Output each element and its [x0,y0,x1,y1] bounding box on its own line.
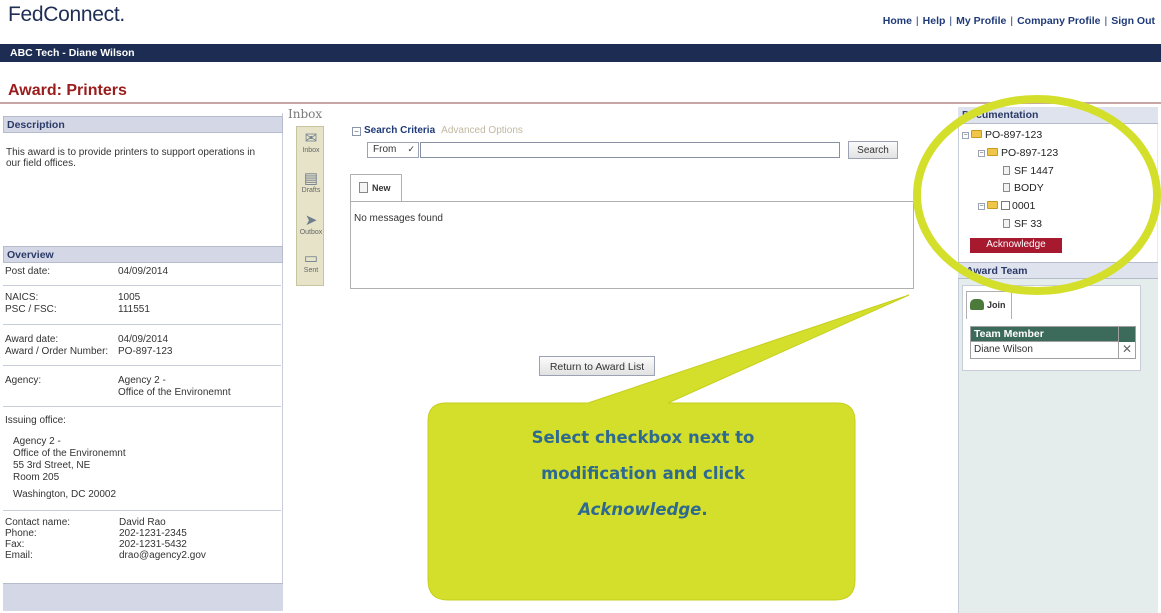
callout-line-1: Select checkbox next to [531,428,755,447]
callout-line-3: Acknowledge. [578,500,708,519]
highlight-ring [913,95,1161,295]
callout-text: Select checkbox next to modification and… [438,420,848,528]
callout-line-2: modification and click [541,464,745,483]
